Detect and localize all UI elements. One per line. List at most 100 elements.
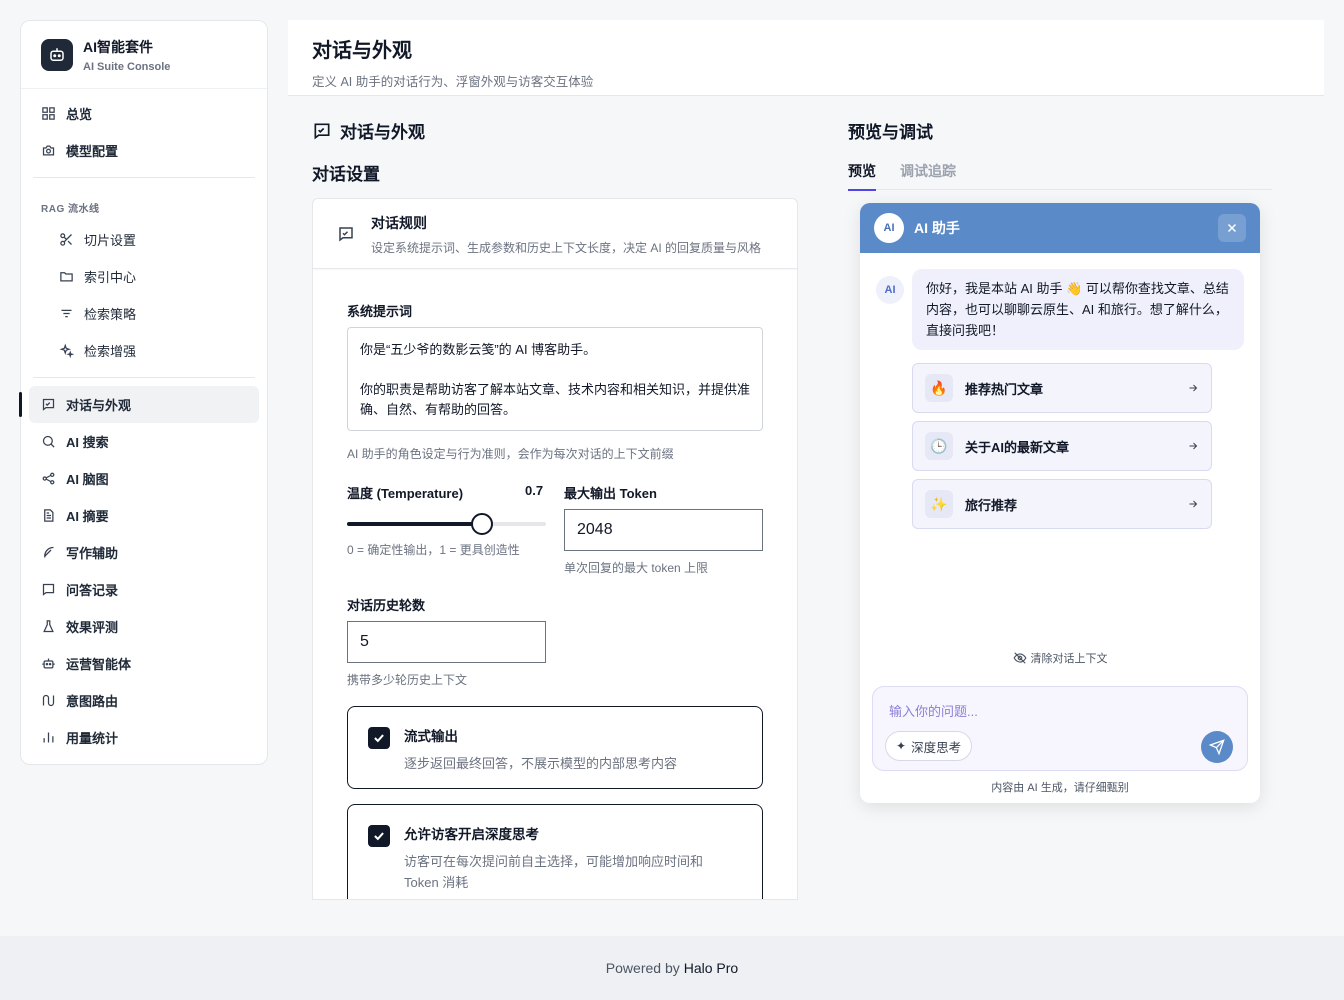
- fire-icon: 🔥: [925, 374, 953, 402]
- clock-icon: 🕒: [925, 432, 953, 460]
- chat-header: AI AI 助手: [860, 203, 1260, 253]
- brand-subtitle: AI Suite Console: [83, 60, 171, 73]
- sidebar-item-label: 切片设置: [84, 233, 137, 248]
- sparkle-icon: ✦: [896, 739, 907, 753]
- footer: Powered by Halo Pro: [0, 936, 1344, 1000]
- sidebar-item-writing-assist[interactable]: 写作辅助: [29, 534, 259, 571]
- feather-icon: [44, 546, 54, 558]
- streaming-checkbox[interactable]: [368, 727, 390, 749]
- filter-icon: [61, 309, 72, 318]
- chat-rules-card: 对话规则 设定系统提示词、生成参数和历史上下文长度，决定 AI 的回复质量与风格…: [312, 198, 798, 900]
- sidebar-item-usage-stats[interactable]: 用量统计: [29, 719, 259, 756]
- sidebar-item-label: 对话与外观: [66, 398, 132, 413]
- card-header: 对话规则 设定系统提示词、生成参数和历史上下文长度，决定 AI 的回复质量与风格: [313, 199, 797, 269]
- sidebar-item-label: 写作辅助: [66, 546, 119, 561]
- sidebar-item-ai-mindmap[interactable]: AI 脑图: [29, 460, 259, 497]
- grid-icon: [42, 107, 55, 120]
- close-button[interactable]: [1218, 214, 1246, 242]
- max-tokens-input[interactable]: 2048: [564, 509, 763, 551]
- divider: [33, 377, 255, 378]
- clear-context-button[interactable]: 清除对话上下文: [860, 650, 1260, 666]
- suggestion-travel[interactable]: ✨ 旅行推荐: [912, 479, 1212, 529]
- sidebar-item-ai-search[interactable]: AI 搜索: [29, 423, 259, 460]
- nav-section-rag: RAG 流水线: [41, 204, 100, 215]
- tab-preview[interactable]: 预览: [848, 158, 876, 191]
- scissors-icon: [60, 233, 72, 246]
- sidebar-item-chat-appearance[interactable]: 对话与外观: [19, 386, 259, 423]
- send-icon: [1209, 739, 1225, 755]
- footer-brand-link[interactable]: Halo Pro: [684, 960, 738, 976]
- eye-off-icon: [1012, 652, 1027, 664]
- chat-input-placeholder: 输入你的问题...: [889, 704, 978, 719]
- temperature-hint: 0 = 确定性输出，1 = 更具创造性: [347, 543, 520, 557]
- robot-icon: [42, 658, 55, 669]
- sidebar-item-label: 意图路由: [66, 694, 119, 709]
- sparkles-icon: ✨: [925, 490, 953, 518]
- close-icon: [1227, 223, 1237, 233]
- chat-input-box[interactable]: 输入你的问题... ✦ 深度思考: [872, 686, 1248, 771]
- sidebar-item-ops-agent[interactable]: 运营智能体: [29, 645, 259, 682]
- ai-disclaimer: 内容由 AI 生成，请仔细甄别: [991, 782, 1129, 794]
- route-icon: [42, 694, 55, 707]
- deep-think-checkbox[interactable]: [368, 825, 390, 847]
- sidebar-item-label: 总览: [66, 107, 93, 122]
- sidebar-item-qa-records[interactable]: 问答记录: [29, 571, 259, 608]
- bot-message-avatar: AI: [876, 276, 904, 304]
- sidebar-item-label: 检索增强: [84, 344, 137, 359]
- check-icon: [374, 832, 384, 841]
- bar-chart-icon: [43, 732, 54, 743]
- sidebar-item-index-center[interactable]: 索引中心: [29, 258, 259, 295]
- arrow-right-icon: [1189, 384, 1198, 392]
- suggestion-hot-articles[interactable]: 🔥 推荐热门文章: [912, 363, 1212, 413]
- streaming-title: 流式输出: [404, 729, 458, 744]
- chat-icon: [331, 219, 361, 249]
- slider-handle[interactable]: [470, 513, 493, 535]
- send-button[interactable]: [1201, 731, 1233, 763]
- system-prompt-textarea[interactable]: 你是“五少爷的数影云笺”的 AI 博客助手。 你的职责是帮助访客了解本站文章、技…: [347, 327, 763, 431]
- share-icon: [42, 472, 55, 485]
- suggestion-label: 旅行推荐: [965, 497, 1018, 513]
- sidebar-item-label: 用量统计: [66, 731, 119, 746]
- tab-debug-trace[interactable]: 调试追踪: [900, 158, 956, 190]
- page-title: 对话与外观: [312, 40, 412, 62]
- temperature-slider[interactable]: [347, 513, 546, 535]
- sidebar-item-label: AI 搜索: [66, 435, 109, 450]
- brand-title: AI智能套件: [83, 38, 153, 55]
- preview-tabs: 预览 调试追踪: [848, 158, 1272, 191]
- section-title: 对话设置: [312, 165, 380, 184]
- folder-icon: [60, 272, 73, 282]
- temperature-value: 0.7: [525, 483, 544, 498]
- chat-icon: [42, 398, 55, 411]
- arrow-right-icon: [1189, 442, 1198, 450]
- sidebar-item-retrieval-strategy[interactable]: 检索策略: [29, 295, 259, 332]
- sidebar-item-ai-summary[interactable]: AI 摘要: [29, 497, 259, 534]
- sidebar-item-model-config[interactable]: 模型配置: [29, 132, 259, 169]
- sidebar-item-label: 模型配置: [66, 144, 119, 159]
- deep-think-option[interactable]: 允许访客开启深度思考 访客可在每次提问前自主选择，可能增加响应时间和 Token…: [347, 804, 763, 899]
- divider: [33, 177, 255, 178]
- streaming-option[interactable]: 流式输出 逐步返回最终回答，不展示模型的内部思考内容: [347, 706, 763, 789]
- sidebar-item-chunking[interactable]: 切片设置: [29, 221, 259, 258]
- assistant-avatar: AI: [874, 213, 904, 243]
- page-subtitle: 定义 AI 助手的对话行为、浮窗外观与访客交互体验: [312, 75, 594, 89]
- sidebar-item-label: AI 摘要: [66, 509, 109, 524]
- system-prompt-hint: AI 助手的角色设定与行为准则，会作为每次对话的上下文前缀: [347, 447, 674, 461]
- sidebar-item-overview[interactable]: 总览: [29, 95, 259, 132]
- temperature-label: 温度 (Temperature): [347, 486, 464, 501]
- history-rounds-input[interactable]: 5: [347, 621, 546, 663]
- greeting-message: 你好，我是本站 AI 助手 👋 可以帮你查找文章、总结内容，也可以聊聊云原生、A…: [912, 269, 1244, 350]
- sidebar-item-evaluation[interactable]: 效果评测: [29, 608, 259, 645]
- suggestion-latest-ai[interactable]: 🕒 关于AI的最新文章: [912, 421, 1212, 471]
- assistant-name: AI 助手: [914, 220, 960, 236]
- sidebar-item-retrieval-enhance[interactable]: 检索增强: [29, 332, 259, 369]
- brand[interactable]: AI智能套件 AI Suite Console: [21, 21, 267, 89]
- suggestion-label: 关于AI的最新文章: [965, 439, 1070, 455]
- check-icon: [374, 734, 384, 743]
- flask-icon: [43, 620, 54, 633]
- sidebar-item-intent-routing[interactable]: 意图路由: [29, 682, 259, 719]
- message-icon: [42, 583, 55, 596]
- deep-think-toggle[interactable]: ✦ 深度思考: [885, 731, 973, 761]
- sidebar-nav: 总览 模型配置 RAG 流水线 切片设置 索引中心 检索策略 检索增强 对话与外…: [19, 89, 267, 762]
- history-label: 对话历史轮数: [347, 598, 426, 613]
- sidebar-item-label: 检索策略: [84, 307, 137, 322]
